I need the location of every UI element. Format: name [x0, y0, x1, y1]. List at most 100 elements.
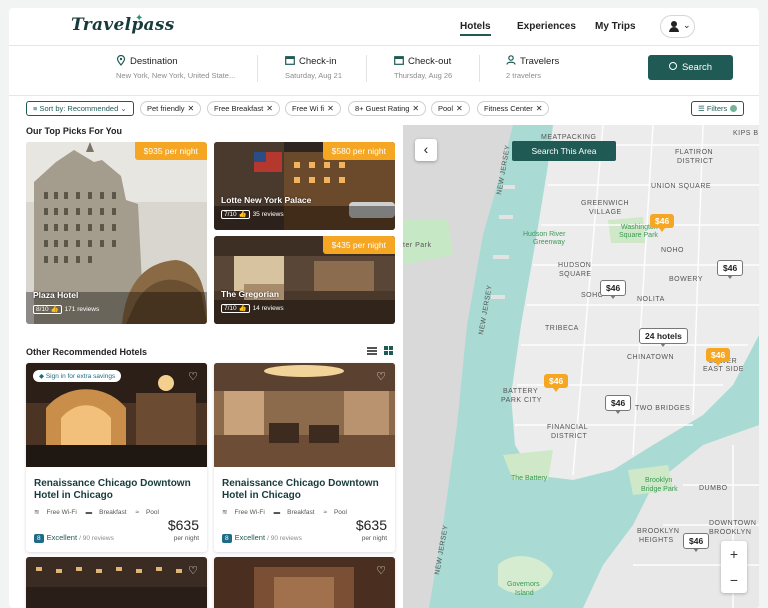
travelers-value: 2 travelers [506, 71, 542, 80]
map-label: DISTRICT [677, 158, 714, 165]
amenity: Pool [145, 509, 159, 516]
filter-chip-free-breakfast[interactable]: Free Breakfast ✕ [207, 101, 280, 116]
map-label: Island [515, 590, 534, 597]
zoom-in-button[interactable]: + [721, 541, 747, 567]
rating: 8/10 👍 171 reviews [33, 305, 100, 314]
search-button-label: Search [681, 62, 713, 73]
heart-icon[interactable]: ♡ [374, 564, 388, 578]
price-tag: $935 per night [134, 142, 207, 160]
filters-button[interactable]: ☰ Filters [691, 101, 745, 116]
hotel-card[interactable]: ♡ [214, 557, 395, 608]
search-button[interactable]: Search [648, 55, 733, 80]
top-pick-card[interactable]: $935 per night Plaza Hotel 8/10 👍 171 rev… [26, 142, 207, 324]
map-price-pin[interactable]: $46 [650, 214, 675, 232]
grid-view-icon[interactable] [384, 346, 394, 356]
score-badge: 8 [222, 534, 232, 543]
hotel-card[interactable]: ◆ Sign in for extra savings ♡ Renaissanc… [26, 363, 207, 552]
map-label: ter Park [403, 242, 432, 249]
thumbs-up-icon: 👍 [238, 211, 247, 218]
location-pin-icon [116, 54, 126, 66]
filter-chip-pet-friendly[interactable]: Pet friendly ✕ [140, 101, 202, 116]
zoom-out-button[interactable]: − [721, 567, 747, 593]
map-price-pin[interactable]: $46 [706, 348, 731, 366]
top-pick-card[interactable]: $580 per night Lotte New York Palace 7/1… [214, 142, 395, 230]
search-icon [668, 62, 677, 70]
map-price-pin[interactable]: $46 [605, 395, 632, 414]
filter-chip-guest-rating[interactable]: 8+ Guest Rating ✕ [348, 101, 427, 116]
map-label: The Battery [511, 475, 548, 482]
map-price-pin[interactable]: $46 [600, 280, 627, 299]
map-panel[interactable]: MEATPACKING FLATIRON DISTRICT KIPS B GRE… [403, 125, 759, 608]
map-label: HUDSON [558, 262, 591, 269]
sliders-icon: ☰ [698, 104, 705, 113]
thumbs-up-icon: 👍 [238, 305, 247, 312]
filter-chip-free-wifi[interactable]: Free Wi fi ✕ [285, 101, 341, 116]
heart-icon[interactable]: ♡ [374, 370, 388, 384]
search-this-area-button[interactable]: Search This Area [512, 141, 616, 161]
divider [257, 55, 258, 82]
nav-experiences[interactable]: Experiences [517, 21, 576, 32]
savings-badge[interactable]: ◆ Sign in for extra savings [33, 370, 122, 382]
list-view-icon[interactable] [367, 347, 377, 355]
map-price-pin[interactable]: $46 [683, 533, 710, 552]
chip-label: Pool [438, 104, 454, 113]
review-count: / 90 reviews [267, 535, 302, 542]
map-label: FINANCIAL [547, 424, 588, 431]
map-label: NOLITA [637, 296, 665, 303]
destination-label: Destination [130, 56, 178, 67]
nav-hotels[interactable]: Hotels [460, 21, 491, 36]
score-badge: 8/10 👍 [33, 305, 62, 314]
amenity: Free Wi-Fi [46, 509, 77, 516]
score-badge: 7/10 👍 [221, 210, 250, 219]
top-pick-card[interactable]: $435 per night The Gregorian 7/10 👍 14 re… [214, 236, 395, 324]
map-label: DUMBO [699, 485, 728, 492]
map-label: TWO BRIDGES [635, 405, 690, 412]
top-picks-title: Our Top Picks For You [26, 126, 123, 136]
chevron-down-icon: ⌄ [683, 20, 691, 30]
close-icon[interactable]: ✕ [188, 104, 195, 113]
score-value: 8/10 [36, 306, 49, 313]
checkout-label: Check-out [408, 56, 452, 67]
profile-menu-button[interactable]: ⌄ [660, 15, 695, 38]
nav-my-trips[interactable]: My Trips [595, 21, 636, 32]
divider [479, 55, 480, 82]
hotel-photo [26, 557, 207, 608]
amenities: ≋ Free Wi-Fi ▬ Breakfast ≈ Pool [222, 508, 354, 516]
close-icon[interactable]: ✕ [412, 104, 419, 113]
map-cluster-pin[interactable]: 24 hotels [639, 328, 688, 347]
price-tag: $435 per night [322, 236, 395, 254]
close-icon[interactable]: ✕ [266, 104, 273, 113]
filter-chip-fitness-center[interactable]: Fitness Center ✕ [477, 101, 550, 116]
price-tag: $580 per night [322, 142, 395, 160]
heart-icon[interactable]: ♡ [186, 370, 200, 384]
zoom-controls: + − [721, 541, 747, 593]
close-icon[interactable]: ✕ [327, 104, 334, 113]
map-label: Greenway [533, 239, 565, 246]
map-label: Hudson River [523, 231, 566, 238]
map-label: VILLAGE [589, 209, 622, 216]
sort-dropdown[interactable]: ≡ Sort by: Recommended ⌄ [26, 101, 134, 116]
map-price-pin[interactable]: $46 [717, 260, 744, 279]
close-icon[interactable]: ✕ [456, 104, 463, 113]
amenity: Breakfast [287, 509, 315, 516]
wifi-icon: ≋ [34, 509, 40, 516]
savings-label: Sign in for extra savings [45, 373, 116, 380]
hotel-card[interactable]: ♡ [26, 557, 207, 608]
brand-logo[interactable]: Travelpass [71, 15, 175, 35]
map-price-pin[interactable]: $46 [544, 374, 569, 392]
filter-chip-pool[interactable]: Pool ✕ [431, 101, 470, 116]
map-label: DOWNTOWN [709, 520, 756, 527]
heart-icon[interactable]: ♡ [186, 564, 200, 578]
hotel-name: Lotte New York Palace [221, 195, 312, 205]
map-label: KIPS B [733, 130, 759, 137]
chevron-left-icon[interactable]: ‹ [415, 139, 437, 161]
travelers-label: Travelers [520, 56, 560, 67]
sort-icon: ≡ [33, 104, 38, 113]
review-count: 171 reviews [64, 306, 100, 313]
rating-label: Excellent [46, 533, 78, 542]
hotel-card[interactable]: ♡ Renaissance Chicago Downtown Hotel in … [214, 363, 395, 552]
price: $635 [167, 517, 199, 533]
map-label: UNION SQUARE [651, 183, 711, 190]
close-icon[interactable]: ✕ [536, 104, 543, 113]
chip-label: Fitness Center [484, 104, 533, 113]
